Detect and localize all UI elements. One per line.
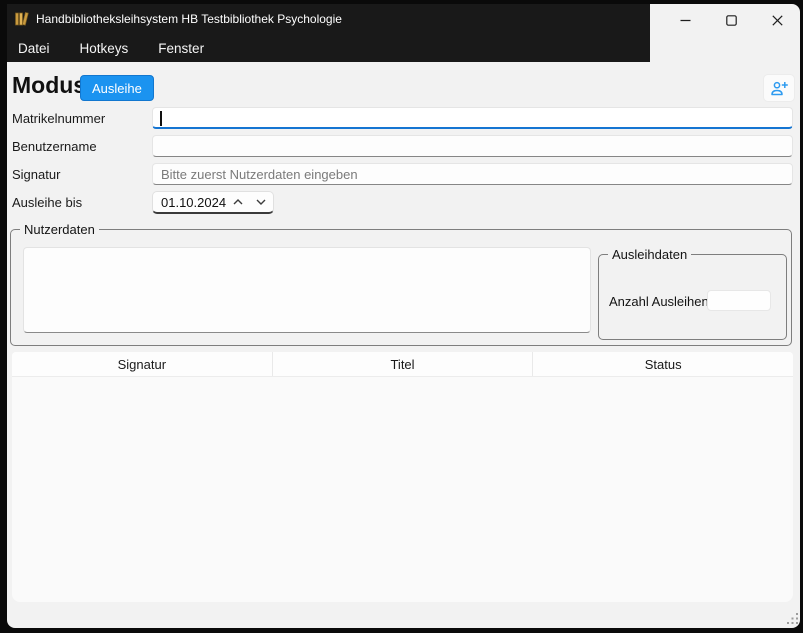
maximize-icon: [726, 15, 737, 26]
minimize-icon: [680, 15, 691, 26]
screen: Handbibliotheksleihsystem HB Testbibliot…: [0, 0, 803, 633]
text-caret: [160, 111, 162, 126]
add-user-button[interactable]: [763, 74, 795, 102]
menu-item-hotkeys[interactable]: Hotkeys: [80, 41, 129, 56]
books-icon: [14, 11, 30, 27]
titlebar: Handbibliotheksleihsystem HB Testbibliot…: [7, 4, 650, 62]
signatur-input[interactable]: [152, 163, 793, 185]
benutzername-input[interactable]: [152, 135, 793, 157]
column-header-status[interactable]: Status: [532, 352, 793, 376]
label-signatur: Signatur: [12, 167, 60, 182]
anzahl-ausleihen-input[interactable]: [707, 290, 771, 311]
matrikelnummer-input[interactable]: [152, 107, 793, 129]
ausleihe-bis-value: 01.10.2024: [153, 195, 226, 210]
maximize-button[interactable]: [708, 4, 754, 36]
spinner-down-button[interactable]: [250, 192, 273, 212]
label-benutzername: Benutzername: [12, 139, 97, 154]
ausleihe-bis-spinner[interactable]: 01.10.2024: [152, 191, 274, 214]
window-title: Handbibliotheksleihsystem HB Testbibliot…: [36, 11, 342, 27]
spinner-up-button[interactable]: [226, 192, 249, 212]
resize-grip[interactable]: [786, 612, 800, 626]
column-header-signatur[interactable]: Signatur: [12, 352, 272, 376]
close-icon: [772, 15, 783, 26]
app-window: Handbibliotheksleihsystem HB Testbibliot…: [7, 4, 800, 628]
table-header-row: Signatur Titel Status: [12, 352, 793, 377]
label-matrikelnummer: Matrikelnummer: [12, 111, 105, 126]
ausleihdaten-group-label: Ausleihdaten: [608, 247, 691, 262]
close-button[interactable]: [754, 4, 800, 36]
results-table: Signatur Titel Status: [12, 352, 793, 602]
nutzerdaten-group: Nutzerdaten Ausleihdaten Anzahl Ausleihe…: [10, 229, 792, 346]
menu-item-fenster[interactable]: Fenster: [158, 41, 204, 56]
chevron-down-icon: [256, 199, 266, 205]
person-plus-icon: [770, 81, 788, 96]
menu-item-datei[interactable]: Datei: [18, 41, 50, 56]
column-header-titel[interactable]: Titel: [272, 352, 533, 376]
label-ausleihe-bis: Ausleihe bis: [12, 195, 82, 210]
caption-buttons: [662, 4, 800, 36]
ausleihdaten-group: Ausleihdaten Anzahl Ausleihen: [598, 254, 787, 340]
nutzerdaten-group-label: Nutzerdaten: [20, 222, 99, 237]
menubar: Datei Hotkeys Fenster: [18, 36, 204, 60]
table-body: [12, 377, 793, 602]
mode-ausleihe-button[interactable]: Ausleihe: [80, 75, 154, 101]
page-title: Modus: [12, 72, 86, 99]
minimize-button[interactable]: [662, 4, 708, 36]
chevron-up-icon: [233, 199, 243, 205]
anzahl-ausleihen-label: Anzahl Ausleihen: [609, 294, 709, 309]
nutzerdaten-textarea[interactable]: [23, 247, 591, 333]
